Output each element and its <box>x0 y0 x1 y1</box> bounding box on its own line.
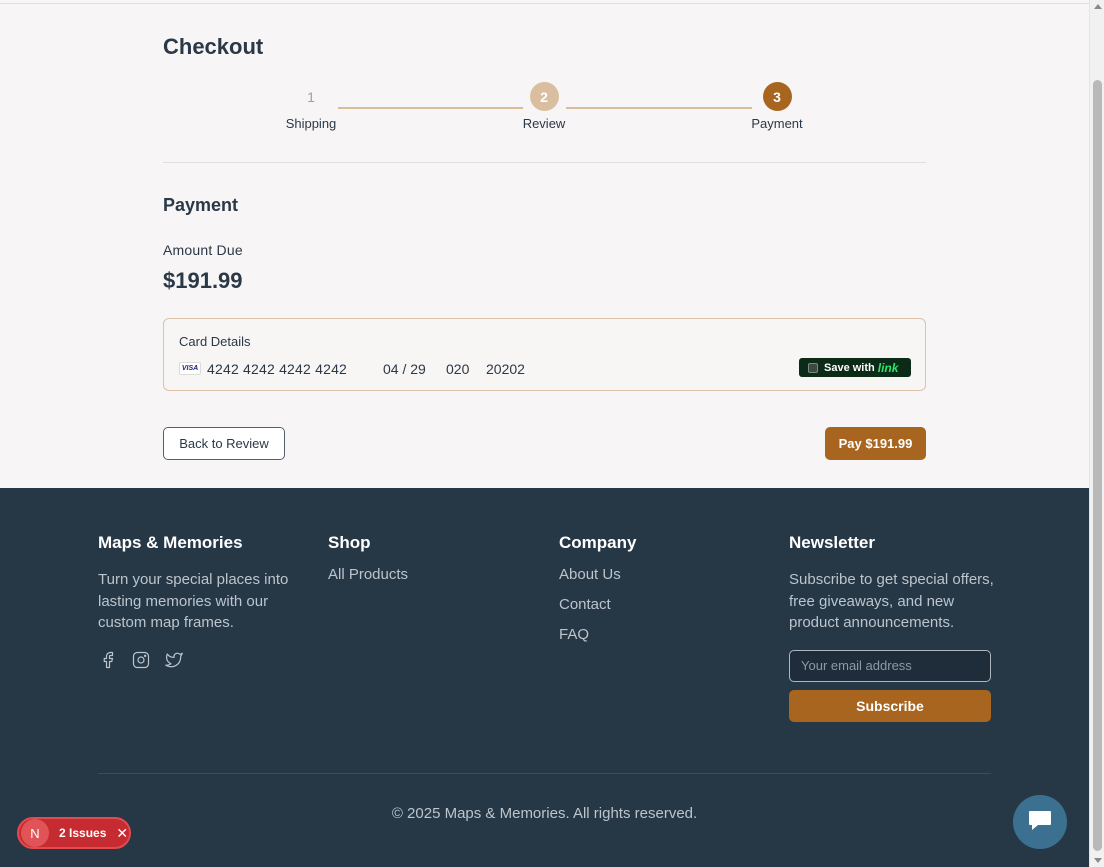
issues-badge[interactable]: N 2 Issues ✕ <box>17 817 131 849</box>
card-number-field[interactable]: 4242 4242 4242 4242 <box>207 361 347 377</box>
scrollbar-thumb[interactable] <box>1093 80 1102 851</box>
scroll-down-arrow-icon[interactable] <box>1094 858 1102 863</box>
step-review[interactable]: 2 Review <box>504 82 584 131</box>
footer-company-title: Company <box>559 533 637 552</box>
footer-link-all-products[interactable]: All Products <box>328 566 408 583</box>
issues-count-label: 2 Issues <box>59 826 107 840</box>
footer-copyright: © 2025 Maps & Memories. All rights reser… <box>391 805 698 822</box>
footer-brand-description: Turn your special places into lasting me… <box>98 571 289 632</box>
step-label: Payment <box>751 116 803 131</box>
instagram-icon[interactable] <box>131 650 151 670</box>
subscribe-button[interactable]: Subscribe <box>789 689 991 722</box>
card-zip-field[interactable]: 20202 <box>486 361 525 377</box>
page-title: Checkout <box>163 34 264 59</box>
step-number: 2 <box>529 82 559 111</box>
footer-shop-column: Shop All Products <box>328 533 408 583</box>
step-payment: 3 Payment <box>737 82 817 131</box>
save-checkbox[interactable] <box>808 362 818 373</box>
card-details-label: Card Details <box>179 334 251 349</box>
payment-heading: Payment <box>163 195 239 215</box>
footer-divider <box>98 773 991 774</box>
page-scrollbar[interactable] <box>1089 0 1104 867</box>
step-number: 3 <box>762 82 792 111</box>
step-shipping[interactable]: 1 Shipping <box>271 82 351 132</box>
step-connector <box>338 107 523 109</box>
top-border <box>0 3 1089 4</box>
social-links <box>98 650 308 670</box>
step-number: 1 <box>307 88 315 105</box>
site-footer: Maps & Memories Turn your special places… <box>0 488 1089 867</box>
scroll-up-arrow-icon[interactable] <box>1094 4 1102 9</box>
save-with-link-toggle[interactable]: Save with link <box>799 358 911 377</box>
chat-launcher-button[interactable] <box>1013 795 1067 849</box>
issues-avatar: N <box>21 819 49 847</box>
footer-link-faq[interactable]: FAQ <box>559 626 636 643</box>
section-divider <box>163 162 926 163</box>
pay-button[interactable]: Pay $191.99 <box>825 427 926 460</box>
chat-bubble-icon <box>1027 808 1053 837</box>
card-expiry-field[interactable]: 04 / 29 <box>383 361 426 377</box>
footer-link-about-us[interactable]: About Us <box>559 566 636 583</box>
save-with-label: Save with <box>824 361 875 374</box>
visa-icon: VISA <box>179 362 201 375</box>
footer-brand-column: Maps & Memories Turn your special places… <box>98 533 308 670</box>
footer-company-column: Company About Us Contact FAQ <box>559 533 636 643</box>
newsletter-email-input[interactable] <box>789 649 991 682</box>
step-label: Shipping <box>285 116 337 131</box>
facebook-icon[interactable] <box>98 650 118 670</box>
footer-shop-title: Shop <box>328 533 371 552</box>
step-label: Review <box>522 116 566 131</box>
back-to-review-button[interactable]: Back to Review <box>163 427 285 460</box>
footer-newsletter-title: Newsletter <box>789 533 875 552</box>
twitter-icon[interactable] <box>164 650 184 670</box>
footer-link-contact[interactable]: Contact <box>559 596 636 613</box>
footer-brand-title: Maps & Memories <box>98 533 243 552</box>
amount-due-value: $191.99 <box>163 268 243 293</box>
link-logo: link <box>877 360 899 375</box>
footer-newsletter-description: Subscribe to get special offers, free gi… <box>789 571 994 632</box>
card-details-panel: Card Details VISA 4242 4242 4242 4242 04… <box>163 318 926 391</box>
step-connector <box>566 107 752 109</box>
checkout-stepper: 1 Shipping 2 Review 3 Payment <box>163 82 926 138</box>
amount-due-label: Amount Due <box>163 242 243 258</box>
footer-newsletter-column: Newsletter Subscribe to get special offe… <box>789 533 994 722</box>
card-cvc-field[interactable]: 020 <box>446 361 469 377</box>
close-icon[interactable]: ✕ <box>116 825 128 842</box>
